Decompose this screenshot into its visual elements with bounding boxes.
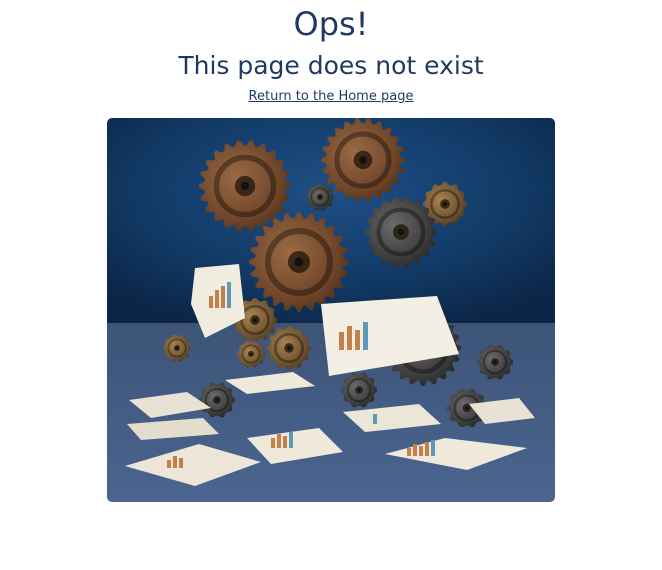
error-title: Ops!	[293, 5, 369, 43]
broken-gears-illustration	[107, 118, 555, 502]
error-subtitle: This page does not exist	[178, 51, 484, 80]
gear-icon	[249, 212, 349, 312]
home-page-link[interactable]: Return to the Home page	[249, 88, 414, 106]
not-found-page: Ops! This page does not exist Return to …	[0, 0, 662, 570]
